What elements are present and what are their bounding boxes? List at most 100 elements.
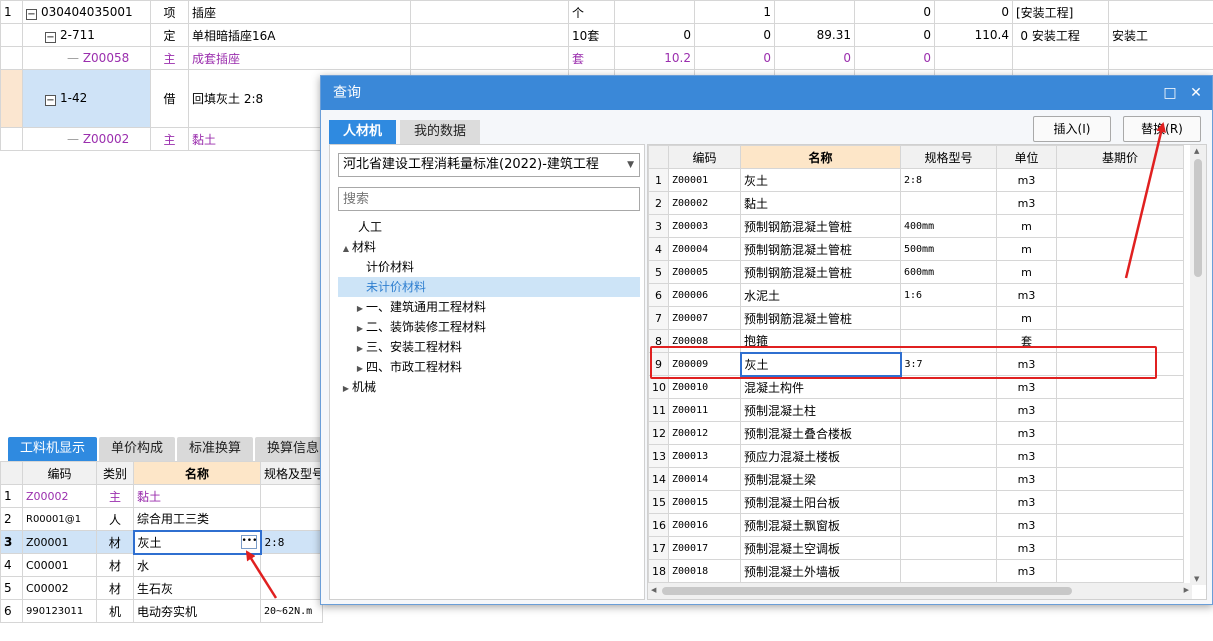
- table-row[interactable]: 5 C00002 材 生石灰: [0, 576, 323, 600]
- maximize-icon[interactable]: □: [1158, 76, 1182, 110]
- material-name[interactable]: 预制混凝土外墙板: [740, 559, 901, 583]
- scroll-thumb[interactable]: [662, 587, 1072, 595]
- table-row[interactable]: 2 Z00002 黏土 m3: [648, 191, 1184, 215]
- table-row[interactable]: 11 Z00011 预制混凝土柱 m3: [648, 398, 1184, 422]
- horizontal-scrollbar[interactable]: ◀ ▶: [648, 583, 1192, 599]
- library-select[interactable]: 河北省建设工程消耗量标准(2022)-建筑工程 ▼: [338, 153, 640, 177]
- collapse-icon[interactable]: −: [45, 31, 56, 43]
- scroll-down-icon[interactable]: ▼: [1194, 575, 1199, 583]
- vertical-scrollbar[interactable]: ▲ ▼: [1190, 145, 1206, 585]
- resource-name[interactable]: 黏土: [133, 484, 261, 508]
- col-header-name[interactable]: 名称: [133, 461, 261, 485]
- col-header-spec[interactable]: 规格型号: [900, 145, 997, 169]
- expand-icon[interactable]: ▶: [354, 339, 366, 359]
- table-row[interactable]: 4 C00001 材 水: [0, 553, 323, 577]
- table-row[interactable]: 1 Z00002 主 黏土: [0, 484, 323, 508]
- resource-name-editor[interactable]: 灰土 •••: [132, 529, 262, 555]
- replace-button[interactable]: 替换(R): [1123, 116, 1201, 142]
- tree-node-machinery[interactable]: ▶ 机械: [338, 377, 640, 397]
- tree-node-building-general[interactable]: ▶ 一、建筑通用工程材料: [338, 297, 640, 317]
- table-row[interactable]: 16 Z00016 预制混凝土飘窗板 m3: [648, 513, 1184, 537]
- table-row[interactable]: — Z00058 主 成套插座 套 10.2 0 0 0: [0, 46, 1213, 70]
- col-header-spec[interactable]: 规格及型号: [260, 461, 323, 485]
- material-name[interactable]: 水泥土: [740, 283, 901, 307]
- scroll-right-icon[interactable]: ▶: [1184, 586, 1189, 594]
- material-name[interactable]: 黏土: [740, 191, 901, 215]
- table-row[interactable]: 14 Z00014 预制混凝土梁 m3: [648, 467, 1184, 491]
- table-row[interactable]: 3 Z00003 预制钢筋混凝土管桩 400mm m: [648, 214, 1184, 238]
- search-input[interactable]: [338, 187, 640, 211]
- resource-type: 机: [96, 599, 134, 623]
- tree-node-installation[interactable]: ▶ 三、安装工程材料: [338, 337, 640, 357]
- scroll-up-icon[interactable]: ▲: [1194, 147, 1199, 155]
- col-header-name[interactable]: 名称: [740, 145, 901, 169]
- table-row[interactable]: 1 −030404035001 项 插座 个 1 0 0 [安装工程]: [0, 0, 1213, 24]
- close-icon[interactable]: ✕: [1184, 76, 1208, 110]
- col-header-code[interactable]: 编码: [22, 461, 97, 485]
- collapse-icon[interactable]: −: [45, 95, 56, 106]
- material-name[interactable]: 预制混凝土空调板: [740, 536, 901, 560]
- material-name[interactable]: 预应力混凝土楼板: [740, 444, 901, 468]
- tab-labor-material-machine[interactable]: 人材机: [329, 120, 397, 144]
- tab-my-data[interactable]: 我的数据: [400, 120, 481, 144]
- tab-unit-price[interactable]: 单价构成: [99, 437, 176, 461]
- table-row[interactable]: 17 Z00017 预制混凝土空调板 m3: [648, 536, 1184, 560]
- tree-node-municipal[interactable]: ▶ 四、市政工程材料: [338, 357, 640, 377]
- material-name[interactable]: 灰土: [739, 351, 902, 377]
- material-name[interactable]: 混凝土构件: [740, 375, 901, 399]
- collapse-icon[interactable]: −: [26, 8, 37, 20]
- dialog-title-bar[interactable]: 查询 □ ✕: [321, 76, 1212, 110]
- table-row[interactable]: 1 Z00001 灰土 2:8 m3: [648, 168, 1184, 192]
- material-name[interactable]: 预制钢筋混凝土管桩: [740, 214, 901, 238]
- expand-icon[interactable]: ▶: [340, 379, 352, 399]
- tree-node-material[interactable]: ▲ 材料: [338, 237, 640, 257]
- table-row[interactable]: 12 Z00012 预制混凝土叠合楼板 m3: [648, 421, 1184, 445]
- table-row[interactable]: 13 Z00013 预应力混凝土楼板 m3: [648, 444, 1184, 468]
- scroll-thumb[interactable]: [1194, 159, 1202, 277]
- expand-icon[interactable]: ▶: [354, 319, 366, 339]
- table-row[interactable]: 15 Z00015 预制混凝土阳台板 m3: [648, 490, 1184, 514]
- table-row[interactable]: 5 Z00005 预制钢筋混凝土管桩 600mm m: [648, 260, 1184, 284]
- material-name[interactable]: 预制混凝土叠合楼板: [740, 421, 901, 445]
- expand-icon[interactable]: ▶: [354, 359, 366, 379]
- material-name[interactable]: 预制钢筋混凝土管桩: [740, 306, 901, 330]
- table-row[interactable]: 18 Z00018 预制混凝土外墙板 m3: [648, 559, 1184, 583]
- tab-standard-conversion[interactable]: 标准换算: [177, 437, 254, 461]
- material-name[interactable]: 预制混凝土梁: [740, 467, 901, 491]
- col-header-base-price[interactable]: 基期价: [1056, 145, 1184, 169]
- ellipsis-icon[interactable]: •••: [240, 534, 257, 549]
- table-row-selected[interactable]: 3 Z00001 材 灰土 ••• 2:8: [0, 529, 323, 555]
- col-header-unit[interactable]: 单位: [996, 145, 1057, 169]
- material-name[interactable]: 抱箍: [740, 329, 901, 353]
- tab-labor-material-machine[interactable]: 工料机显示: [8, 437, 98, 461]
- resource-name[interactable]: 生石灰: [133, 576, 261, 600]
- material-name[interactable]: 预制混凝土阳台板: [740, 490, 901, 514]
- table-row[interactable]: −2-711 定 单相暗插座16A 10套 0 0 89.31 0 110.4 …: [0, 23, 1213, 47]
- expand-icon[interactable]: ▶: [354, 299, 366, 319]
- tree-node-labor[interactable]: 人工: [338, 217, 640, 237]
- scroll-left-icon[interactable]: ◀: [651, 586, 656, 594]
- material-name[interactable]: 预制混凝土飘窗板: [740, 513, 901, 537]
- material-name[interactable]: 灰土: [740, 168, 901, 192]
- material-name[interactable]: 预制钢筋混凝土管桩: [740, 260, 901, 284]
- col-header-type[interactable]: 类别: [96, 461, 134, 485]
- material-name[interactable]: 预制钢筋混凝土管桩: [740, 237, 901, 261]
- table-row[interactable]: 2 R00001@1 人 综合用工三类: [0, 507, 323, 531]
- table-row[interactable]: 6 Z00006 水泥土 1:6 m3: [648, 283, 1184, 307]
- resource-name[interactable]: 电动夯实机: [133, 599, 261, 623]
- expand-icon[interactable]: ▲: [340, 239, 352, 259]
- table-row[interactable]: 10 Z00010 混凝土构件 m3: [648, 375, 1184, 399]
- material-name[interactable]: 预制混凝土柱: [740, 398, 901, 422]
- resource-name[interactable]: 水: [133, 553, 261, 577]
- col-header-code[interactable]: 编码: [668, 145, 741, 169]
- resource-name[interactable]: 综合用工三类: [133, 507, 261, 531]
- table-row-selected[interactable]: 9 Z00009 灰土 3:7 m3: [648, 351, 1184, 377]
- tree-node-unpriced-material[interactable]: 未计价材料: [338, 277, 640, 297]
- tree-node-priced-material[interactable]: 计价材料: [338, 257, 640, 277]
- table-row[interactable]: 7 Z00007 预制钢筋混凝土管桩 m: [648, 306, 1184, 330]
- insert-button[interactable]: 插入(I): [1033, 116, 1111, 142]
- table-row[interactable]: 4 Z00004 预制钢筋混凝土管桩 500mm m: [648, 237, 1184, 261]
- table-row[interactable]: 8 Z00008 抱箍 套: [648, 329, 1184, 353]
- tree-node-decoration[interactable]: ▶ 二、装饰装修工程材料: [338, 317, 640, 337]
- table-row[interactable]: 6 990123011 机 电动夯实机 20~62N.m: [0, 599, 323, 623]
